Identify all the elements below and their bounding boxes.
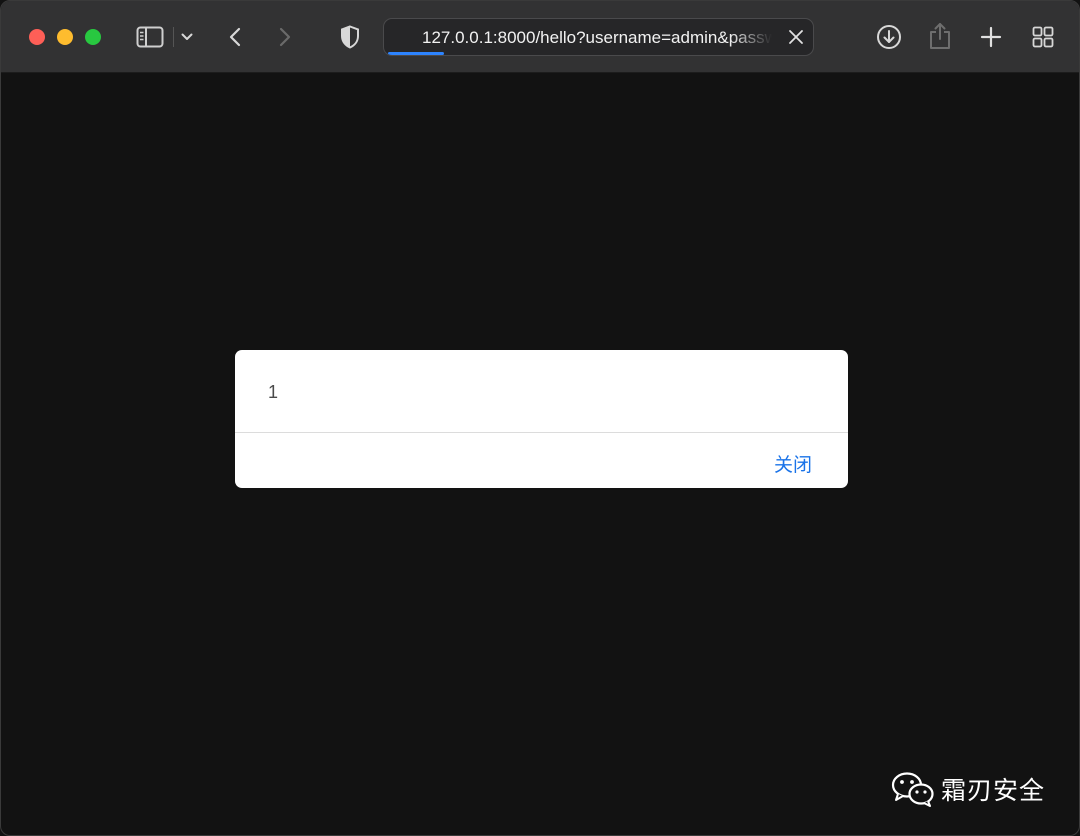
- share-icon[interactable]: [927, 21, 953, 51]
- dialog-divider: [235, 432, 848, 433]
- forward-icon[interactable]: [273, 25, 297, 49]
- address-bar[interactable]: 127.0.0.1:8000/hello?username=admin&pass…: [383, 18, 814, 56]
- browser-toolbar: 127.0.0.1:8000/hello?username=admin&pass…: [1, 1, 1079, 73]
- plus-icon[interactable]: [979, 25, 1003, 49]
- wechat-icon: [891, 771, 935, 807]
- sidebar-icon[interactable]: [135, 25, 165, 49]
- dialog-close-button[interactable]: 关闭: [774, 450, 812, 477]
- watermark-text: 霜刃安全: [941, 776, 1046, 805]
- url-text[interactable]: 127.0.0.1:8000/hello?username=admin&pass…: [422, 28, 772, 48]
- toolbar-divider: [173, 27, 174, 47]
- back-icon[interactable]: [223, 25, 247, 49]
- alert-dialog: 1 关闭: [235, 350, 848, 488]
- close-window-button[interactable]: [29, 29, 45, 45]
- page-load-progress: [388, 52, 444, 55]
- dialog-message: 1: [268, 382, 279, 402]
- download-icon[interactable]: [875, 23, 903, 51]
- shield-icon[interactable]: [338, 24, 362, 50]
- zoom-window-button[interactable]: [85, 29, 101, 45]
- watermark: 霜刃安全: [891, 769, 1045, 809]
- chevron-down-icon[interactable]: [179, 29, 195, 45]
- browser-window: 127.0.0.1:8000/hello?username=admin&pass…: [0, 0, 1080, 836]
- minimize-window-button[interactable]: [57, 29, 73, 45]
- tab-overview-icon[interactable]: [1031, 25, 1055, 49]
- close-icon[interactable]: [787, 28, 805, 46]
